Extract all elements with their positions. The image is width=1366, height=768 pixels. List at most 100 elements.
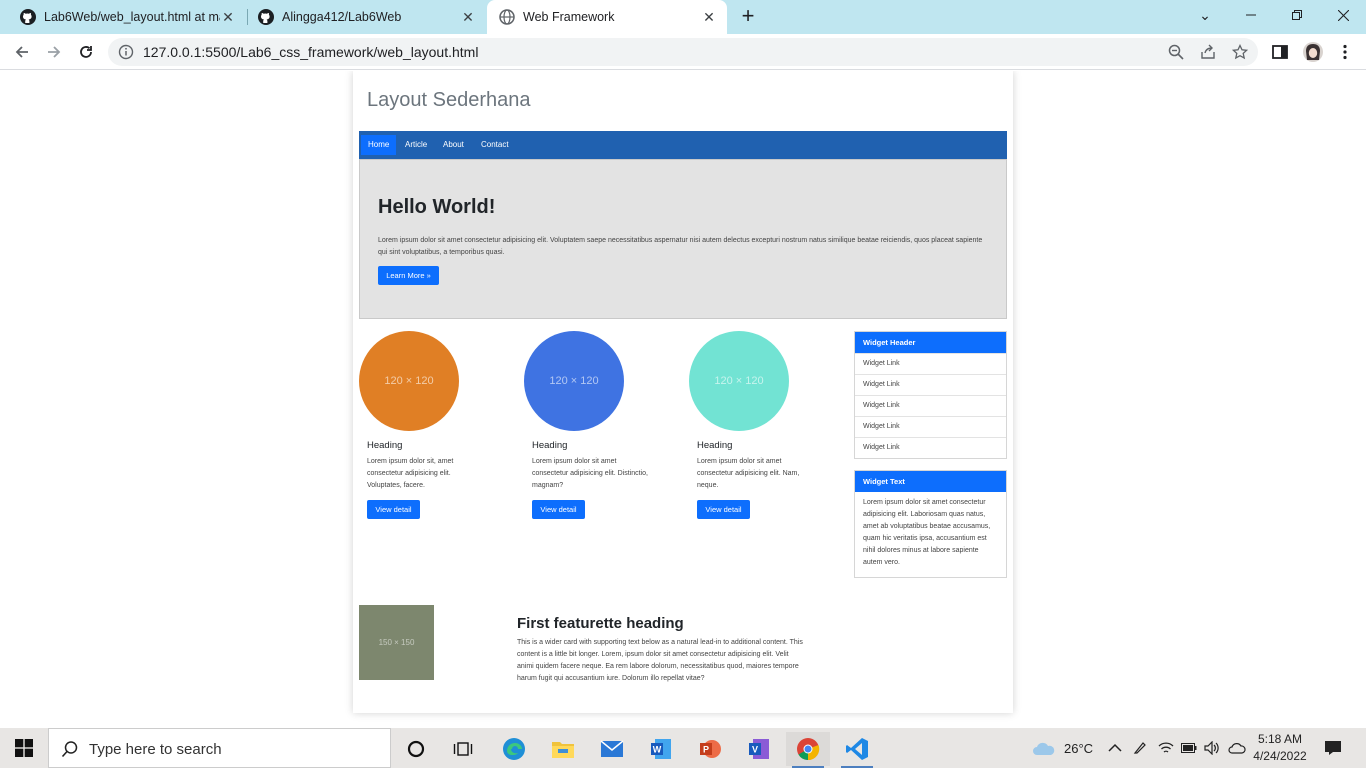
arrow-left-icon: [15, 46, 28, 58]
view-detail-button[interactable]: View detail: [532, 500, 585, 519]
browser-tab-strip: Lab6Web/web_layout.html at ma ✕ Alingga4…: [0, 0, 1366, 34]
share-icon[interactable]: [1200, 44, 1216, 60]
weather-widget[interactable]: 26°C: [1032, 728, 1093, 768]
nav-contact-link[interactable]: Contact: [474, 135, 516, 155]
zoom-out-icon[interactable]: [1168, 44, 1184, 60]
cortana-button[interactable]: [394, 732, 438, 766]
widget-text-header: Widget Text: [855, 471, 1006, 492]
card-heading: Heading: [367, 440, 403, 451]
vscode-icon: [846, 738, 868, 760]
close-icon: [1337, 9, 1349, 21]
learn-more-button[interactable]: Learn More »: [378, 266, 439, 285]
card-text: Lorem ipsum dolor sit, amet consectetur …: [367, 458, 454, 489]
close-tab-icon[interactable]: ✕: [220, 9, 236, 25]
close-window-button[interactable]: [1320, 0, 1366, 30]
address-bar[interactable]: 127.0.0.1:5500/Lab6_css_framework/web_la…: [108, 38, 1258, 66]
mail-icon: [600, 740, 624, 757]
nav-about-link[interactable]: About: [436, 135, 471, 155]
view-detail-button[interactable]: View detail: [367, 500, 420, 519]
site-title: Layout Sederhana: [367, 89, 531, 111]
tab-alingga-repo[interactable]: Alingga412/Lab6Web ✕: [248, 0, 486, 34]
visual-studio-app[interactable]: V: [737, 732, 781, 766]
widget-link[interactable]: Widget Link: [855, 416, 1006, 437]
tab-search-chevron-icon[interactable]: ⌄: [1182, 0, 1228, 30]
url-text[interactable]: 127.0.0.1:5500/Lab6_css_framework/web_la…: [143, 44, 478, 60]
widget-header: Widget Header: [855, 332, 1006, 353]
widget-link[interactable]: Widget Link: [855, 395, 1006, 416]
close-tab-icon[interactable]: ✕: [460, 9, 476, 25]
minimize-icon: [1246, 14, 1256, 16]
mail-app[interactable]: [590, 732, 634, 766]
bookmark-star-icon[interactable]: [1232, 44, 1248, 60]
widget-links-panel: Widget Header Widget Link Widget Link Wi…: [854, 331, 1007, 459]
windows-logo-icon: [15, 739, 33, 757]
browser-toolbar: 127.0.0.1:5500/Lab6_css_framework/web_la…: [0, 34, 1366, 70]
wifi-icon: [1158, 742, 1174, 753]
main-navbar: Home Article About Contact: [359, 131, 1007, 159]
widget-link[interactable]: Widget Link: [855, 353, 1006, 374]
vscode-app[interactable]: [835, 732, 879, 768]
tab-web-framework[interactable]: Web Framework ✕: [487, 0, 727, 34]
system-clock[interactable]: 5:18 AM 4/24/2022: [1250, 731, 1310, 765]
github-icon: [20, 9, 36, 25]
tab-title: Alingga412/Lab6Web: [282, 10, 402, 24]
svg-text:W: W: [653, 745, 662, 755]
hero-title: Hello World!: [378, 196, 496, 218]
pen-icon: [1133, 742, 1146, 754]
card-heading: Heading: [697, 440, 733, 451]
start-button[interactable]: [0, 728, 48, 768]
featurette-heading: First featurette heading: [517, 615, 684, 632]
powerpoint-icon: P: [700, 740, 721, 758]
edge-app[interactable]: [492, 732, 536, 766]
minimize-button[interactable]: [1228, 0, 1274, 30]
task-view-button[interactable]: [441, 732, 485, 766]
tab-title: Lab6Web/web_layout.html at ma: [44, 10, 220, 24]
show-hidden-icons-button[interactable]: [1108, 728, 1122, 768]
cloud-outline-icon: [1228, 743, 1246, 754]
wifi-tray[interactable]: [1158, 728, 1174, 768]
back-button[interactable]: [10, 40, 34, 64]
restore-button[interactable]: [1274, 0, 1320, 30]
svg-text:P: P: [703, 745, 709, 755]
kebab-menu-icon[interactable]: [1336, 43, 1354, 61]
reload-button[interactable]: [74, 40, 98, 64]
card-image-placeholder: 120 × 120: [689, 331, 789, 431]
powerpoint-app[interactable]: P: [688, 732, 732, 766]
edge-icon: [503, 738, 525, 760]
notification-icon: [1325, 741, 1341, 755]
nav-home-link[interactable]: Home: [361, 135, 397, 155]
battery-icon: [1181, 743, 1197, 753]
notifications-button[interactable]: [1324, 728, 1342, 768]
github-icon: [258, 9, 274, 25]
arrow-right-icon: [48, 46, 61, 58]
profile-avatar-icon[interactable]: [1303, 42, 1323, 62]
tab-lab6web-github[interactable]: Lab6Web/web_layout.html at ma ✕: [0, 0, 246, 34]
word-app[interactable]: W: [639, 732, 683, 766]
card-image-placeholder: 120 × 120: [524, 331, 624, 431]
forward-button[interactable]: [42, 40, 66, 64]
volume-tray[interactable]: [1204, 728, 1220, 768]
taskbar-search-box[interactable]: Type here to search: [48, 728, 391, 768]
cortana-circle-icon: [407, 740, 425, 758]
widget-link[interactable]: Widget Link: [855, 437, 1006, 458]
view-detail-button[interactable]: View detail: [697, 500, 750, 519]
battery-tray[interactable]: [1181, 728, 1197, 768]
new-tab-button[interactable]: +: [738, 5, 758, 27]
windows-taskbar: Type here to search W P V 26°C 5:18 AM 4…: [0, 728, 1366, 768]
info-icon[interactable]: [118, 44, 134, 60]
widget-link[interactable]: Widget Link: [855, 374, 1006, 395]
featurette-text: This is a wider card with supporting tex…: [517, 639, 803, 682]
file-explorer-app[interactable]: [541, 732, 585, 766]
onedrive-tray[interactable]: [1228, 728, 1246, 768]
side-panel-icon[interactable]: [1271, 43, 1289, 61]
globe-icon: [499, 9, 515, 25]
word-icon: W: [651, 739, 671, 759]
chrome-app[interactable]: [786, 732, 830, 768]
pen-tray[interactable]: [1133, 728, 1147, 768]
nav-article-link[interactable]: Article: [398, 135, 434, 155]
card-image-placeholder: 120 × 120: [359, 331, 459, 431]
card-text: Lorem ipsum dolor sit amet consectetur a…: [697, 458, 800, 489]
restore-icon: [1292, 10, 1302, 20]
search-placeholder: Type here to search: [89, 741, 222, 758]
close-tab-icon[interactable]: ✕: [701, 9, 717, 25]
